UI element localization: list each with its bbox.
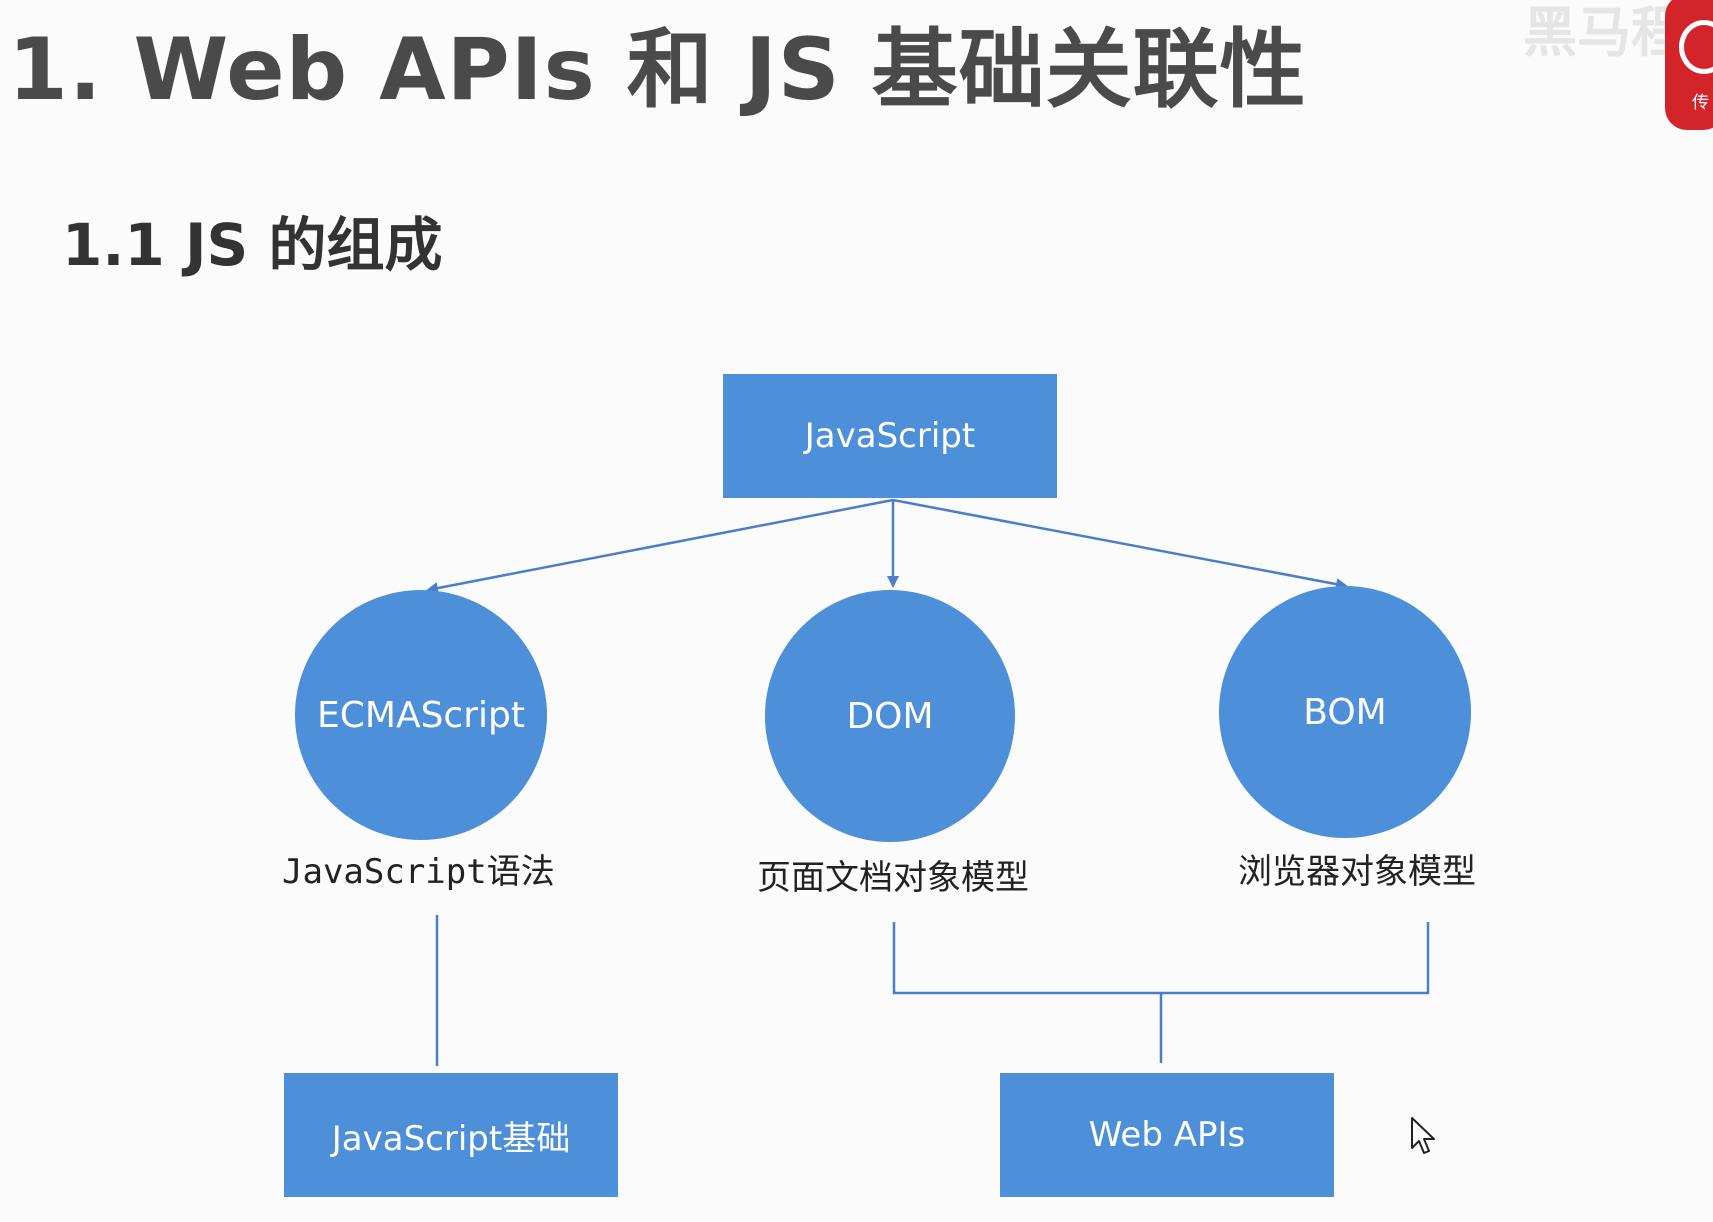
arrow-to-ecmascript	[426, 498, 894, 594]
js-composition-diagram: JavaScript ECMAScript DOM BOM JavaScript…	[0, 0, 1713, 1222]
bom-caption: 浏览器对象模型	[1238, 852, 1476, 892]
arrow-to-bom	[892, 498, 1348, 591]
dom-node: DOM	[765, 590, 1015, 842]
javascript-node: JavaScript	[723, 374, 1057, 498]
bom-node: BOM	[1219, 586, 1471, 838]
slide: 1. Web APIs 和 JS 基础关联性 1.1 JS 的组成 黑马程序 传…	[0, 0, 1713, 1222]
dom-caption: 页面文档对象模型	[757, 858, 1029, 898]
javascript-basics-node: JavaScript基础	[284, 1073, 618, 1197]
ecmascript-caption: JavaScript语法	[282, 852, 555, 892]
ecmascript-node: ECMAScript	[295, 590, 547, 840]
mouse-pointer-icon	[1411, 1117, 1435, 1154]
bracket-dom-bom	[892, 922, 1430, 995]
web-apis-node: Web APIs	[1000, 1073, 1334, 1197]
